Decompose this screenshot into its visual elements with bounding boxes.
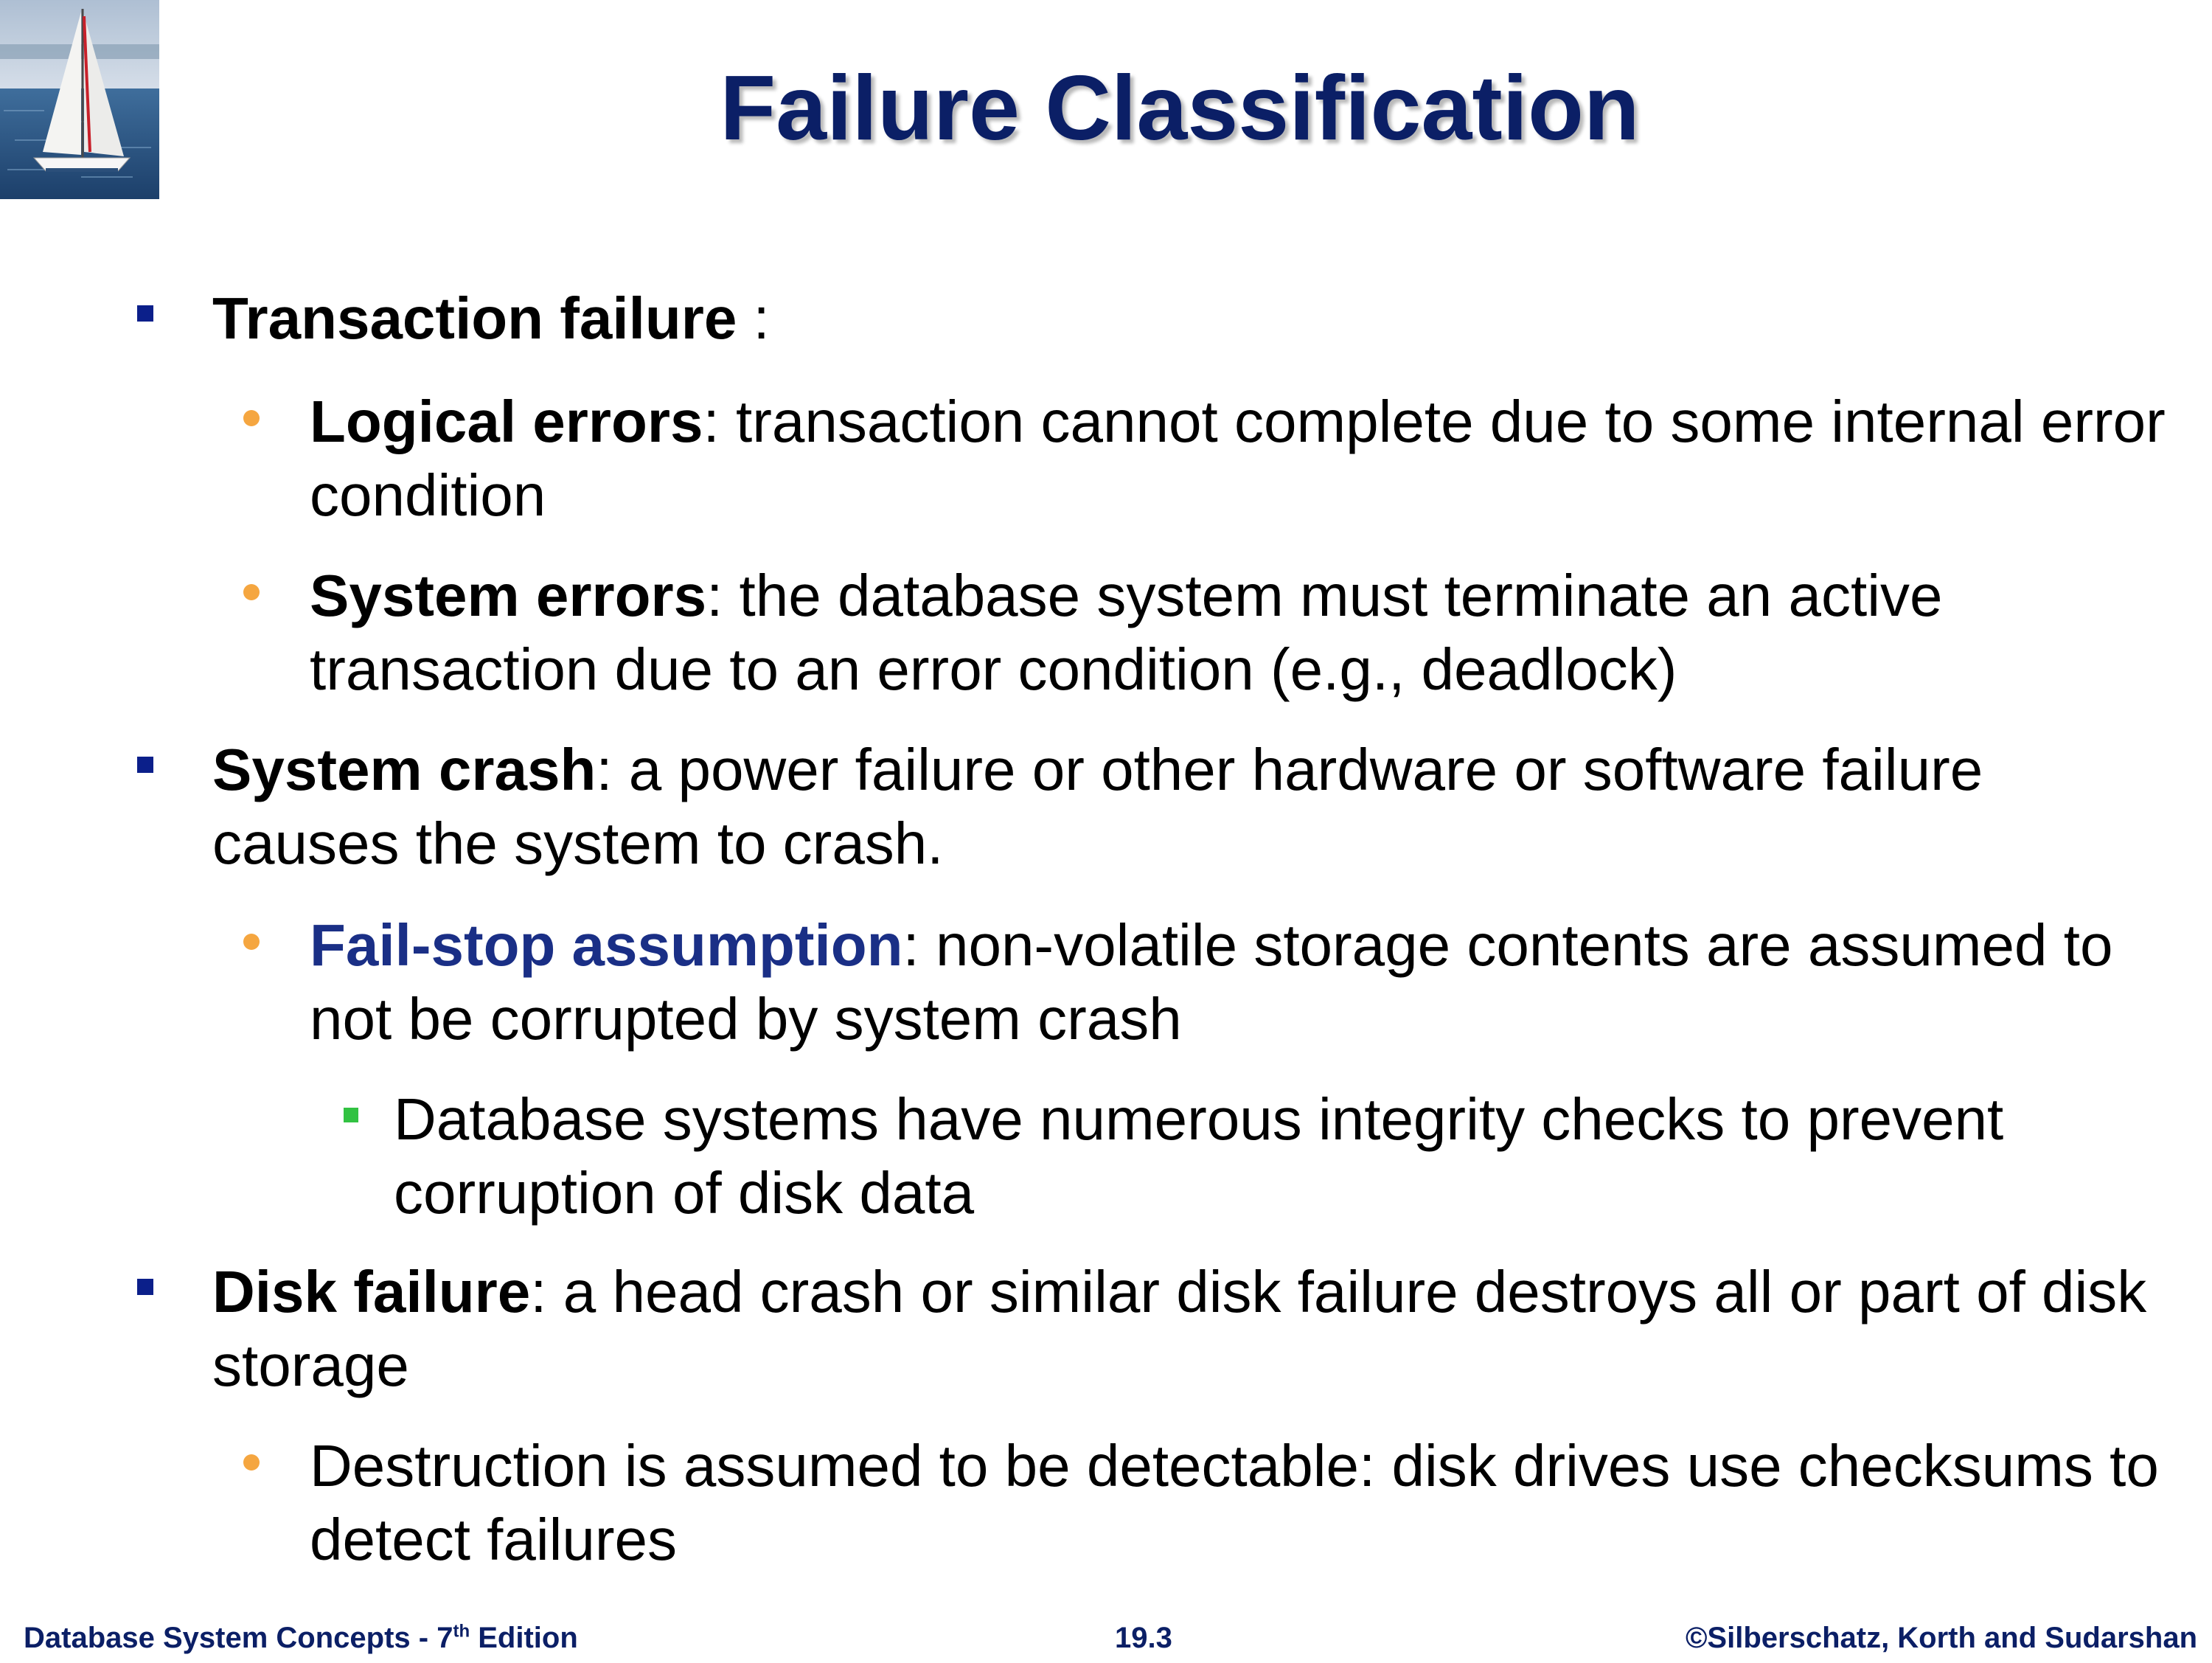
bullet-item: Destruction is assumed to be detectable:… <box>310 1429 2168 1577</box>
bullet-text: Destruction is assumed to be detectable:… <box>310 1433 2159 1572</box>
bullet-item: Fail-stop assumption: non-volatile stora… <box>310 909 2168 1056</box>
bullet-item: System errors: the database system must … <box>310 559 2168 706</box>
round-bullet-icon <box>243 410 260 426</box>
bullet-term: Transaction failure <box>212 285 737 351</box>
footer-edition-suffix: Edition <box>470 1622 578 1654</box>
footer-copyright: ©Silberschatz, Korth and Sudarshan <box>1685 1622 2197 1654</box>
round-bullet-icon <box>243 934 260 950</box>
bullet-text: Database systems have numerous integrity… <box>394 1086 2004 1226</box>
bullet-list: Transaction failure : Logical errors: tr… <box>0 0 2212 1659</box>
footer-book-title-text: Database System Concepts - 7 <box>24 1622 453 1654</box>
square-bullet-icon <box>137 1279 153 1295</box>
footer-edition-sup: th <box>453 1621 470 1642</box>
square-bullet-icon <box>137 305 153 322</box>
slide: Failure Classification Transaction failu… <box>0 0 2212 1659</box>
bullet-item: Transaction failure : <box>212 282 2159 355</box>
bullet-term: Logical errors <box>310 389 703 454</box>
square-bullet-icon <box>344 1108 358 1122</box>
bullet-term: Fail-stop assumption <box>310 912 903 978</box>
round-bullet-icon <box>243 584 260 600</box>
footer-book-title: Database System Concepts - 7th Edition <box>24 1619 578 1663</box>
bullet-item: Disk failure: a head crash or similar di… <box>212 1255 2159 1403</box>
bullet-term: Disk failure <box>212 1259 531 1325</box>
bullet-item: System crash: a power failure or other h… <box>212 733 2159 881</box>
square-bullet-icon <box>137 757 153 773</box>
round-bullet-icon <box>243 1454 260 1471</box>
bullet-term: System crash <box>212 737 597 802</box>
bullet-item: Logical errors: transaction cannot compl… <box>310 385 2168 532</box>
bullet-term: System errors <box>310 563 707 628</box>
bullet-text: : <box>737 285 770 351</box>
bullet-item: Database systems have numerous integrity… <box>394 1083 2178 1230</box>
footer-page-number: 19.3 <box>1115 1622 1172 1654</box>
